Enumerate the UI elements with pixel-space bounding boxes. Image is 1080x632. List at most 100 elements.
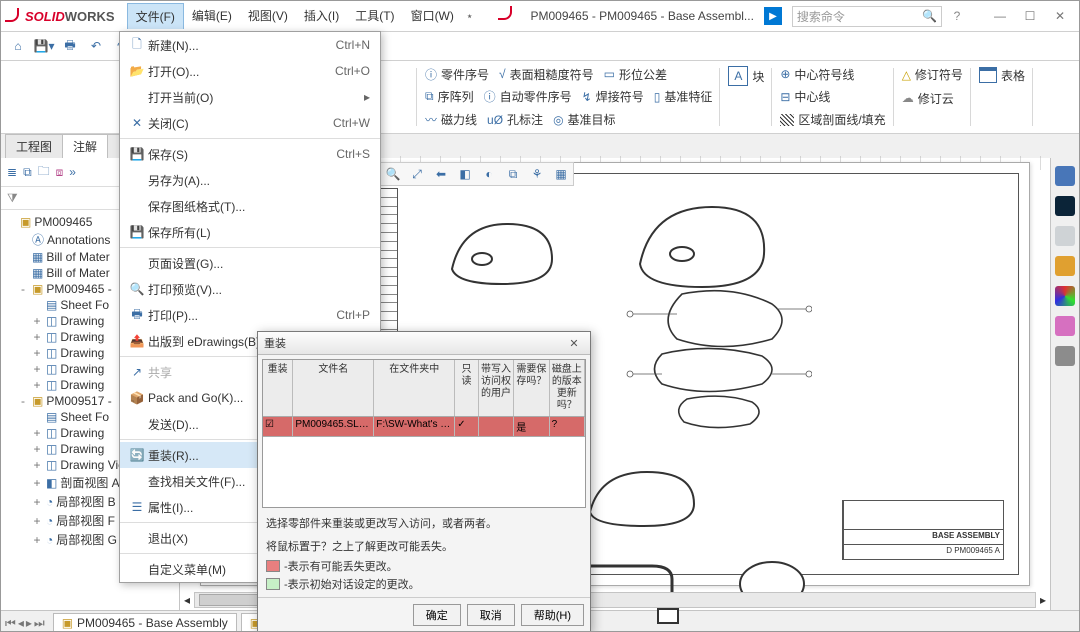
table-button[interactable]: 表格: [979, 67, 1025, 84]
ribbon-自动零件序号[interactable]: ⓘ自动零件序号: [484, 88, 572, 105]
sheet-nav[interactable]: ⏮◂▸⏭: [1, 616, 49, 631]
part-view-5: [582, 464, 702, 534]
file-menu-保存所有(L)[interactable]: 💾保存所有(L): [120, 219, 380, 245]
centerline-button[interactable]: ⊟中心线: [780, 88, 830, 105]
pm-tab-icon[interactable]: ⧉: [23, 165, 32, 180]
tp-file-explorer-icon[interactable]: [1055, 226, 1075, 246]
apply-scene-icon[interactable]: ⚘: [527, 165, 547, 183]
fm-tab-icon[interactable]: ≣: [7, 165, 17, 179]
tp-view-palette-icon[interactable]: [1055, 256, 1075, 276]
center-mark-button[interactable]: ⊕中心符号线: [780, 66, 854, 83]
hide-show-icon[interactable]: ⧉: [503, 165, 523, 183]
part-view-8: [702, 544, 822, 624]
block-button[interactable]: A块: [728, 66, 764, 86]
maximize-button[interactable]: ☐: [1015, 5, 1045, 27]
file-menu-新建(N)...[interactable]: 🗋新建(N)...Ctrl+N: [120, 32, 380, 58]
document-title: PM009465 - PM009465 - Base Assembl...: [530, 9, 753, 23]
dialog-cancel-button[interactable]: 取消: [467, 604, 515, 626]
logo-solid: SOLID: [25, 9, 65, 24]
run-button[interactable]: ▶: [764, 7, 782, 25]
dialog-note-1: 选择零部件来重装或更改写入访问，或者两者。: [258, 512, 590, 535]
display-style-icon[interactable]: ◐: [479, 165, 499, 183]
menu-overflow-icon[interactable]: ⋆: [466, 9, 474, 23]
menu-窗口(W)[interactable]: 窗口(W): [403, 3, 462, 29]
undo-icon[interactable]: ↶: [83, 35, 109, 57]
tp-forum-icon[interactable]: [1055, 346, 1075, 366]
ribbon-磁力线[interactable]: 〰磁力线: [425, 111, 477, 128]
file-menu-打印(P)...[interactable]: 🖶打印(P)...Ctrl+P: [120, 302, 380, 328]
title-block: BASE ASSEMBLY D PM009465 A: [842, 500, 1004, 560]
ribbon-孔标注[interactable]: uØ孔标注: [487, 111, 543, 128]
tab-工程图[interactable]: 工程图: [5, 134, 63, 158]
sheet-tab-1[interactable]: ▣PM009465 - Base Assembly: [53, 613, 237, 632]
menu-视图(V)[interactable]: 视图(V): [240, 3, 296, 29]
ribbon-零件序号[interactable]: ⓘ零件序号: [425, 66, 489, 83]
file-menu-打开(O)...[interactable]: 📂打开(O)...Ctrl+O: [120, 58, 380, 84]
tree-root: PM009465: [34, 215, 92, 229]
ribbon-焊接符号[interactable]: ↯焊接符号: [582, 88, 644, 105]
file-menu-保存(S)[interactable]: 💾保存(S)Ctrl+S: [120, 141, 380, 167]
ribbon-基准目标[interactable]: ◎基准目标: [553, 111, 616, 128]
zoom-area-icon[interactable]: ⤢: [407, 165, 427, 183]
dialog-close-button[interactable]: ✕: [564, 337, 584, 350]
view-settings-icon[interactable]: ▦: [551, 165, 571, 183]
print-icon[interactable]: 🖶: [57, 35, 83, 57]
zoom-fit-icon[interactable]: 🔍: [383, 165, 403, 183]
area-hatch-button[interactable]: 区域剖面线/填充: [780, 111, 885, 128]
part-view-2: [632, 199, 772, 294]
part-view-1: [442, 214, 562, 294]
search-icon: 🔍: [922, 9, 937, 23]
menu-编辑(E)[interactable]: 编辑(E): [184, 3, 240, 29]
ribbon-序阵列[interactable]: ⧉序阵列: [425, 88, 474, 105]
save-icon[interactable]: 💾▾: [31, 35, 57, 57]
logo-works: WORKS: [65, 9, 115, 24]
tp-custom-props-icon[interactable]: [1055, 316, 1075, 336]
file-menu-关闭(C)[interactable]: ✕关闭(C)Ctrl+W: [120, 110, 380, 136]
dialog-title: 重装: [264, 335, 286, 351]
titleblock-code: D PM009465 A: [843, 545, 1003, 559]
file-menu-保存图纸格式(T)...[interactable]: 保存图纸格式(T)...: [120, 193, 380, 219]
tp-resources-icon[interactable]: [1055, 166, 1075, 186]
tp-design-lib-icon[interactable]: [1055, 196, 1075, 216]
dialog-buttons: 确定 取消 帮助(H): [258, 597, 590, 632]
titlebar: SOLIDWORKS 文件(F)编辑(E)视图(V)插入(I)工具(T)窗口(W…: [1, 1, 1079, 32]
view-toolbar: 🔍 ⤢ ⬅ ◧ ◐ ⧉ ⚘ ▦: [380, 162, 574, 186]
section-view-icon[interactable]: ◧: [455, 165, 475, 183]
menubar: 文件(F)编辑(E)视图(V)插入(I)工具(T)窗口(W): [127, 3, 462, 29]
menu-文件(F)[interactable]: 文件(F): [127, 3, 184, 29]
dialog-legend-green: -表示初始对话设定的更改。: [258, 575, 590, 593]
dialog-titlebar[interactable]: 重装 ✕: [258, 332, 590, 355]
dm-tab-icon[interactable]: ⧈: [56, 165, 64, 180]
file-menu-打开当前(O)[interactable]: 打开当前(O)▸: [120, 84, 380, 110]
rev-cloud-button[interactable]: ☁修订云: [902, 90, 954, 107]
rev-symbol-button[interactable]: △修订符号: [902, 66, 963, 83]
center-logo: [498, 6, 518, 26]
ribbon-形位公差[interactable]: ▭形位公差: [604, 66, 667, 83]
funnel-icon: ⧩: [7, 191, 18, 206]
prev-view-icon[interactable]: ⬅: [431, 165, 451, 183]
menu-工具(T)[interactable]: 工具(T): [347, 3, 402, 29]
dialog-grid[interactable]: 重装文件名在文件夹中只读带写入访问权的用户需要保存吗？磁盘上的版本更新吗？ ☑P…: [262, 359, 586, 508]
dialog-help-button[interactable]: 帮助(H): [521, 604, 584, 626]
help-icon[interactable]: ?: [946, 9, 968, 23]
tab-注解[interactable]: 注解: [62, 134, 108, 158]
home-icon[interactable]: ⌂: [5, 35, 31, 57]
file-menu-页面设置(G)...[interactable]: 页面设置(G)...: [120, 250, 380, 276]
menu-插入(I)[interactable]: 插入(I): [296, 3, 347, 29]
dialog-ok-button[interactable]: 确定: [413, 604, 461, 626]
ribbon-表面粗糙度符号[interactable]: √表面粗糙度符号: [499, 66, 594, 83]
minimize-button[interactable]: —: [985, 5, 1015, 27]
cm-tab-icon[interactable]: 🗀: [38, 162, 50, 183]
search-input[interactable]: 搜索命令 🔍: [792, 6, 942, 27]
close-button[interactable]: ✕: [1045, 5, 1075, 27]
file-menu-另存为(A)...[interactable]: 另存为(A)...: [120, 167, 380, 193]
window-controls: — ☐ ✕: [985, 5, 1075, 27]
dialog-note-2: 将鼠标置于？之上了解更改可能丢失。: [258, 535, 590, 558]
swoosh-icon: [5, 8, 21, 24]
file-menu-打印预览(V)...[interactable]: 🔍打印预览(V)...: [120, 276, 380, 302]
tp-appearances-icon[interactable]: [1055, 286, 1075, 306]
reload-dialog: 重装 ✕ 重装文件名在文件夹中只读带写入访问权的用户需要保存吗？磁盘上的版本更新…: [257, 331, 591, 632]
pin-icon[interactable]: »: [69, 165, 76, 179]
taskpane: [1050, 158, 1079, 610]
ribbon-基准特征[interactable]: ▯基准特征: [654, 88, 713, 105]
